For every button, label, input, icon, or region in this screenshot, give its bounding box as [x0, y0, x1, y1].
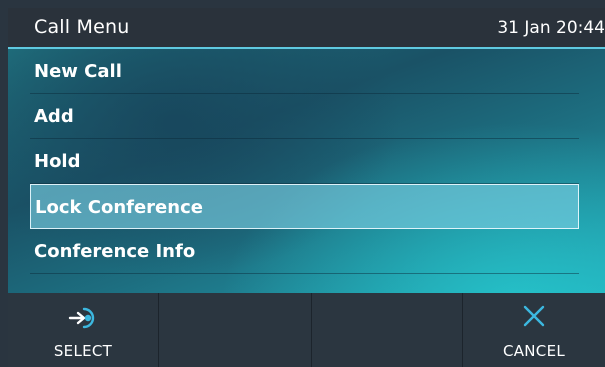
- select-arrow-icon: [68, 307, 95, 329]
- menu-item-lock-conference[interactable]: Lock Conference: [30, 184, 579, 229]
- menu-item-conference-info[interactable]: Conference Info: [30, 229, 579, 274]
- softkey-empty-3[interactable]: [312, 293, 463, 367]
- menu-item-add[interactable]: Add: [30, 94, 579, 139]
- menu-item-label: Lock Conference: [35, 197, 203, 218]
- header-bar: Call Menu 31 Jan 20:44: [8, 8, 605, 47]
- cancel-softkey[interactable]: CANCEL: [463, 293, 605, 367]
- call-menu-list: New Call Add Hold Lock Conference Confer…: [30, 49, 579, 274]
- cancel-label: CANCEL: [502, 342, 566, 360]
- phone-screen: Call Menu 31 Jan 20:44 New Call Add Hold…: [0, 0, 605, 367]
- select-softkey[interactable]: SELECT: [8, 293, 159, 367]
- menu-item-hold[interactable]: Hold: [30, 139, 579, 184]
- menu-item-label: Conference Info: [34, 241, 196, 262]
- softkey-empty-2[interactable]: [159, 293, 312, 367]
- page-title: Call Menu: [34, 16, 130, 38]
- softkey-bar: SELECT CANCEL: [8, 293, 605, 367]
- close-icon: [523, 305, 545, 327]
- menu-item-new-call[interactable]: New Call: [30, 49, 579, 94]
- menu-item-label: Hold: [34, 151, 81, 172]
- menu-item-label: New Call: [34, 61, 122, 82]
- select-label: SELECT: [53, 342, 113, 360]
- date-time: 31 Jan 20:44: [497, 18, 605, 38]
- menu-panel: New Call Add Hold Lock Conference Confer…: [8, 47, 605, 293]
- menu-item-label: Add: [34, 106, 74, 127]
